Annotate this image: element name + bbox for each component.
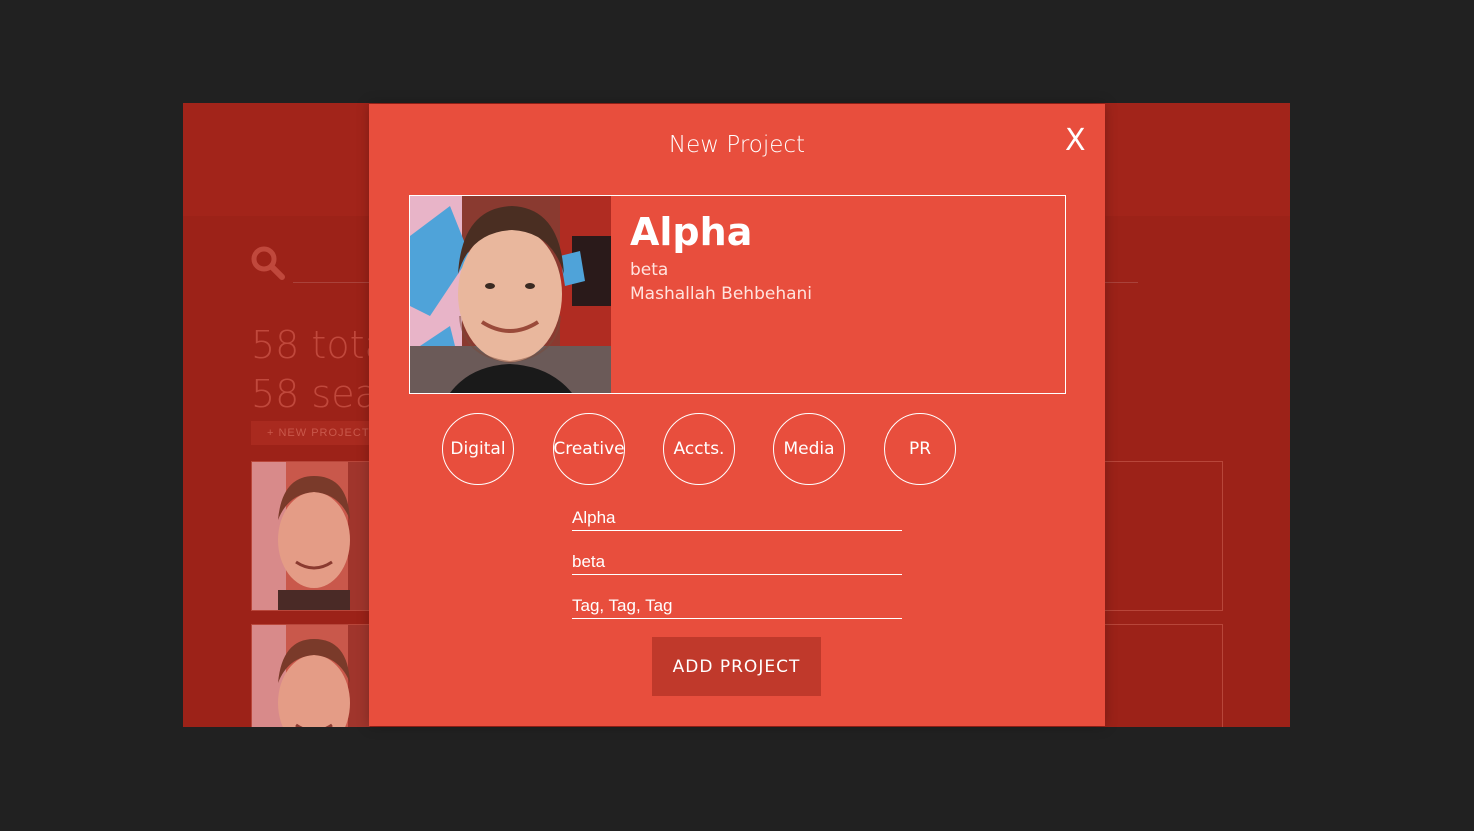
project-name-field[interactable] [572,505,902,531]
preview-owner: Mashallah Behbehani [630,284,813,304]
category-accts[interactable]: Accts. [663,413,735,485]
new-project-button[interactable]: + NEW PROJECT [251,421,371,445]
preview-subtitle: beta [630,260,669,280]
category-pr[interactable]: PR [884,413,956,485]
preview-title: Alpha [630,210,753,254]
new-project-modal: New Project X Alpha beta Mashallah Behbe… [369,104,1105,726]
avatar [252,462,370,610]
project-tags-field[interactable] [572,593,902,619]
project-preview-card: Alpha beta Mashallah Behbehani [409,195,1066,394]
category-creative[interactable]: Creative [553,413,625,485]
avatar [252,625,370,727]
modal-title: New Project [668,132,806,158]
project-subtitle-field[interactable] [572,549,902,575]
search-icon[interactable] [251,246,285,280]
category-media[interactable]: Media [773,413,845,485]
close-icon[interactable]: X [1065,126,1086,156]
avatar [410,196,611,393]
add-project-button[interactable]: ADD PROJECT [652,637,821,696]
category-digital[interactable]: Digital [442,413,514,485]
